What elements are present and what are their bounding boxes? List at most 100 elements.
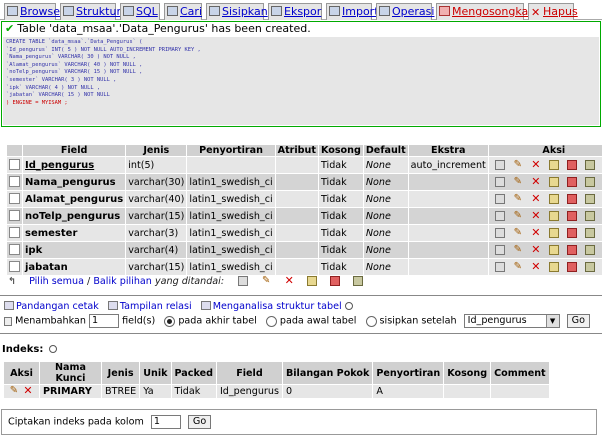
browse-values-icon[interactable] bbox=[494, 210, 505, 221]
unique-icon[interactable] bbox=[566, 244, 577, 255]
tab-ekspor[interactable]: Ekspor bbox=[268, 3, 322, 20]
radio-end-of-table[interactable] bbox=[164, 315, 176, 327]
browse-values-icon[interactable] bbox=[494, 244, 505, 255]
unique-icon[interactable] bbox=[566, 261, 577, 272]
row-checkbox[interactable] bbox=[9, 261, 20, 273]
browse-values-icon[interactable] bbox=[494, 159, 505, 170]
primary-key-icon[interactable] bbox=[548, 227, 559, 238]
edit-icon[interactable]: ✎ bbox=[513, 193, 523, 204]
radio-beginning-of-table[interactable] bbox=[265, 315, 277, 327]
field-extra bbox=[407, 258, 489, 276]
after-field-select[interactable]: Id_pengurus ▼ bbox=[463, 314, 560, 328]
bulk-index-icon[interactable] bbox=[353, 276, 364, 286]
browse-values-icon[interactable] bbox=[494, 193, 505, 204]
delete-icon[interactable]: ✕ bbox=[531, 210, 541, 221]
edit-icon[interactable]: ✎ bbox=[513, 261, 523, 272]
primary-key-icon[interactable] bbox=[548, 159, 559, 170]
browse-values-icon[interactable] bbox=[494, 176, 505, 187]
edit-icon[interactable]: ✎ bbox=[513, 227, 523, 238]
help-icon[interactable] bbox=[344, 302, 353, 310]
row-checkbox[interactable] bbox=[9, 159, 20, 171]
table-row: ipk varchar(4) latin1_swedish_ci Tidak None ✎… bbox=[6, 241, 602, 259]
create-index-go-button[interactable]: Go bbox=[187, 415, 212, 429]
delete-index-icon[interactable]: ✕ bbox=[23, 385, 33, 396]
add-field-count-input[interactable]: 1 bbox=[89, 314, 120, 328]
field-type: varchar(3) bbox=[125, 224, 188, 242]
unique-icon[interactable] bbox=[566, 176, 577, 187]
unique-icon[interactable] bbox=[566, 227, 577, 238]
analyze-structure-link[interactable]: Menganalisa struktur tabel bbox=[213, 301, 342, 312]
radio-after-field[interactable] bbox=[365, 315, 377, 327]
field-null: Tidak bbox=[317, 173, 364, 191]
create-index-columns-input[interactable]: 1 bbox=[150, 415, 181, 429]
edit-icon[interactable]: ✎ bbox=[513, 210, 523, 221]
unique-icon[interactable] bbox=[566, 210, 577, 221]
tab-sql[interactable]: SQL bbox=[120, 3, 160, 20]
edit-index-icon[interactable]: ✎ bbox=[9, 386, 19, 396]
bulk-unique-icon[interactable] bbox=[330, 276, 341, 286]
primary-key-icon[interactable] bbox=[548, 176, 559, 187]
field-name[interactable]: Id_pengurus bbox=[21, 156, 127, 174]
unique-icon[interactable] bbox=[566, 193, 577, 204]
tab-struktur[interactable]: Struktur bbox=[60, 3, 121, 20]
delete-icon[interactable]: ✕ bbox=[531, 159, 541, 170]
row-checkbox[interactable] bbox=[9, 244, 20, 256]
tab-hapus[interactable]: ✕ Hapus bbox=[528, 3, 578, 20]
primary-key-icon[interactable] bbox=[548, 244, 559, 255]
index-icon[interactable] bbox=[584, 193, 595, 204]
browse-values-icon[interactable] bbox=[494, 261, 505, 272]
print-icon bbox=[4, 301, 14, 310]
row-checkbox[interactable] bbox=[9, 176, 20, 188]
tab-sisipkan[interactable]: Sisipkan bbox=[206, 3, 268, 20]
row-checkbox[interactable] bbox=[9, 227, 20, 239]
bulk-delete-icon[interactable]: ✕ bbox=[284, 275, 294, 286]
row-checkbox[interactable] bbox=[9, 193, 20, 205]
index-icon[interactable] bbox=[584, 176, 595, 187]
select-all-link[interactable]: Pilih semua bbox=[29, 276, 84, 287]
tab-import[interactable]: Import bbox=[326, 3, 379, 20]
print-view-link[interactable]: Pandangan cetak bbox=[16, 301, 99, 312]
field-null: Tidak bbox=[317, 190, 364, 208]
field-default: None bbox=[362, 241, 409, 259]
bulk-primary-key-icon[interactable] bbox=[307, 276, 318, 286]
primary-key-icon[interactable] bbox=[548, 193, 559, 204]
delete-icon[interactable]: ✕ bbox=[531, 176, 541, 187]
delete-icon[interactable]: ✕ bbox=[531, 193, 541, 204]
edit-icon[interactable]: ✎ bbox=[513, 244, 523, 255]
unselect-all-link[interactable]: Balik pilihan bbox=[93, 276, 152, 287]
edit-icon[interactable]: ✎ bbox=[513, 159, 523, 170]
primary-key-icon[interactable] bbox=[548, 210, 559, 221]
index-icon[interactable] bbox=[584, 227, 595, 238]
relation-icon bbox=[107, 301, 118, 310]
index-row: ✎ ✕ PRIMARY BTREE Ya Tidak Id_pengurus 0 … bbox=[3, 384, 550, 399]
row-actions: ✎ ✕ bbox=[487, 190, 602, 208]
field-attribute bbox=[274, 156, 319, 174]
row-checkbox[interactable] bbox=[9, 210, 20, 222]
index-icon[interactable] bbox=[584, 261, 595, 272]
tab-cari[interactable]: Cari bbox=[164, 3, 202, 20]
index-icon[interactable] bbox=[584, 244, 595, 255]
sql-icon bbox=[123, 6, 134, 16]
unique-icon[interactable] bbox=[566, 159, 577, 170]
success-message: ✔ Table 'data_msaa'.'Data_Pengurus' has b… bbox=[1, 21, 601, 127]
delete-icon[interactable]: ✕ bbox=[531, 227, 541, 238]
bulk-browse-icon[interactable] bbox=[238, 276, 249, 286]
bulk-edit-icon[interactable]: ✎ bbox=[261, 276, 271, 286]
edit-icon[interactable]: ✎ bbox=[513, 176, 523, 187]
index-icon[interactable] bbox=[584, 210, 595, 221]
add-field-go-button[interactable]: Go bbox=[566, 314, 590, 328]
tab-operasi[interactable]: Operasi bbox=[376, 3, 434, 20]
row-actions: ✎ ✕ bbox=[487, 156, 602, 174]
tab-browse[interactable]: Browse bbox=[4, 3, 60, 20]
relation-view-link[interactable]: Tampilan relasi bbox=[120, 301, 192, 312]
delete-icon[interactable]: ✕ bbox=[531, 261, 541, 272]
table-row: Id_pengurus int(5) Tidak None auto_increment… bbox=[6, 156, 602, 174]
index-icon[interactable] bbox=[584, 159, 595, 170]
tab-bar: Browse Struktur SQL Cari Sisipkan Ekspor… bbox=[0, 0, 602, 20]
help-icon[interactable] bbox=[49, 345, 58, 353]
delete-icon[interactable]: ✕ bbox=[531, 244, 541, 255]
tab-mengosongkan[interactable]: Mengosongkan bbox=[436, 3, 535, 20]
primary-key-icon[interactable] bbox=[548, 261, 559, 272]
browse-values-icon[interactable] bbox=[494, 227, 505, 238]
drop-icon: ✕ bbox=[531, 6, 541, 19]
